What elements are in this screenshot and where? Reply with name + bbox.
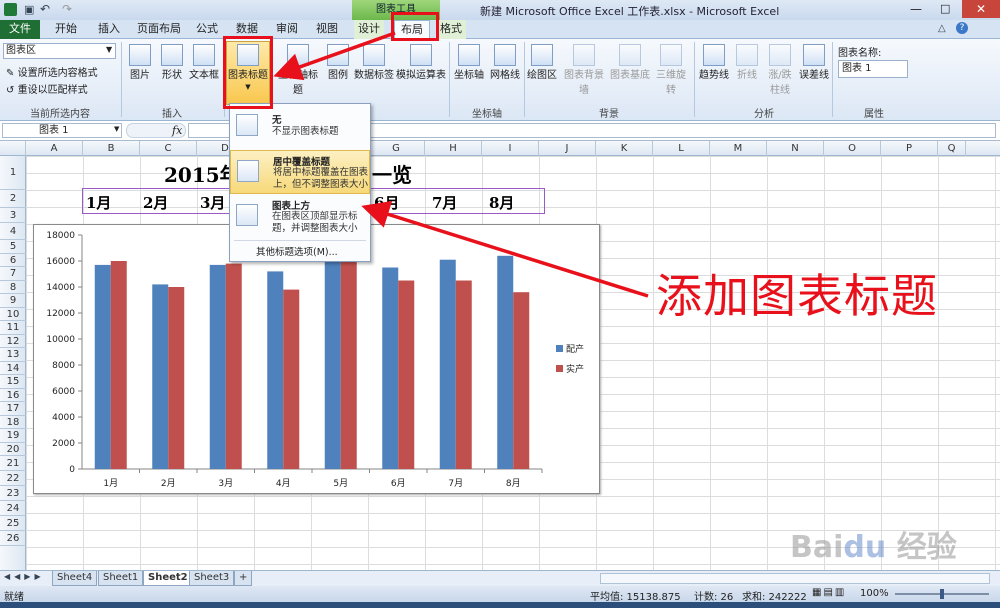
arrow-to-title-above — [361, 200, 649, 298]
annotation-text: 添加图表标题 — [656, 269, 938, 323]
arrow-to-chart-title — [273, 31, 396, 81]
watermark-logo: Baidu 经验 — [790, 530, 957, 565]
